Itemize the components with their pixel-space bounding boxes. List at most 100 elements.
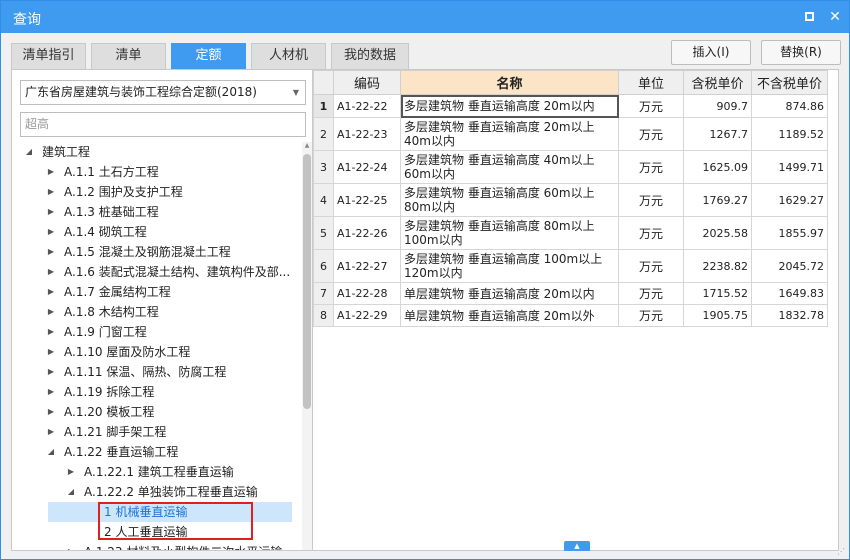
table-row[interactable]: 5 A1-22-26 多层建筑物 垂直运输高度 80m以上100m以内 万元 2… [313,216,828,250]
quota-grid-panel: 编码 名称 单位 含税单价 不含税单价 1 A1-22-22 多层建筑物 垂直运… [312,69,839,551]
notax-price: 1629.27 [751,183,828,217]
library-select[interactable]: 广东省房屋建筑与装饰工程综合定额(2018) ▼ [20,80,306,105]
quota-unit: 万元 [618,94,684,118]
row-index: 4 [313,183,334,217]
collapsed-arrow-icon[interactable]: ▶ [46,222,56,242]
maximize-button[interactable] [799,7,819,27]
notax-price: 1649.83 [751,282,828,305]
tree-label: A.1.21 脚手架工程 [64,425,167,439]
table-row[interactable]: 4 A1-22-25 多层建筑物 垂直运输高度 60m以上80m以内 万元 17… [313,183,828,217]
column-header-name[interactable]: 名称 [400,70,619,95]
panel-collapse-handle[interactable]: ▲ [564,541,590,551]
collapsed-arrow-icon[interactable]: ▶ [46,182,56,202]
quota-name: 单层建筑物 垂直运输高度 20m以外 [400,304,619,327]
table-row[interactable]: 8 A1-22-29 单层建筑物 垂直运输高度 20m以外 万元 1905.75… [313,304,828,327]
collapsed-arrow-icon[interactable]: ▶ [46,342,56,362]
tree-node-building[interactable]: ◢ 建筑工程 [12,142,292,162]
quota-unit: 万元 [618,216,684,250]
tree-node[interactable]: ▶ A.1.8 木结构工程 [12,302,292,322]
table-row[interactable]: 7 A1-22-28 单层建筑物 垂直运输高度 20m以内 万元 1715.52… [313,282,828,305]
replace-button[interactable]: 替换(R) [761,40,841,65]
insert-button[interactable]: 插入(I) [671,40,751,65]
collapsed-arrow-icon[interactable]: ▶ [66,542,76,550]
column-header-tax-price[interactable]: 含税单价 [683,70,752,95]
collapsed-arrow-icon[interactable]: ▶ [46,302,56,322]
title-bar[interactable]: 查询 ✕ [1,1,849,33]
tree-node[interactable]: ▶ A.1.3 桩基础工程 [12,202,292,222]
table-row[interactable]: 1 A1-22-22 多层建筑物 垂直运输高度 20m以内 万元 909.7 8… [313,94,828,118]
quota-code: A1-22-28 [333,282,401,305]
collapsed-arrow-icon[interactable]: ▶ [46,282,56,302]
tree-label: A.1.7 金属结构工程 [64,285,171,299]
tree-node[interactable]: ▶ A.1.4 砌筑工程 [12,222,292,242]
collapsed-arrow-icon[interactable]: ▶ [46,382,56,402]
quota-name: 单层建筑物 垂直运输高度 20m以内 [400,282,619,305]
tree-node[interactable]: ▶ A.1.1 土石方工程 [12,162,292,182]
chevron-down-icon: ▼ [292,88,299,97]
tree-node[interactable]: ▶ A.1.23 材料及小型构件二次水平运输 [12,542,292,550]
table-row[interactable]: 6 A1-22-27 多层建筑物 垂直运输高度 100m以上120m以内 万元 … [313,249,828,283]
quota-name: 多层建筑物 垂直运输高度 80m以上100m以内 [400,216,619,250]
resize-grip-icon[interactable]: ⋰ [837,547,847,557]
notax-price: 2045.72 [751,249,828,283]
quota-code: A1-22-22 [333,94,401,118]
expanded-arrow-icon[interactable]: ◢ [46,442,56,462]
quota-code: A1-22-26 [333,216,401,250]
collapsed-arrow-icon[interactable]: ▶ [46,202,56,222]
column-header-notax-price[interactable]: 不含税单价 [751,70,828,95]
table-row[interactable]: 2 A1-22-23 多层建筑物 垂直运输高度 20m以上40m以内 万元 12… [313,117,828,151]
tree-scrollbar[interactable]: ▲ [302,142,312,550]
tab-my-data[interactable]: 我的数据 [331,43,409,69]
tree-node[interactable]: ▶ A.1.9 门窗工程 [12,322,292,342]
quota-code: A1-22-25 [333,183,401,217]
query-dialog: 查询 ✕ 清单指引 清单 定额 人材机 我的数据 插入(I) 替换(R) 广东省… [0,0,850,560]
notax-price: 1189.52 [751,117,828,151]
scroll-up-icon[interactable]: ▲ [302,142,312,152]
close-icon: ✕ [829,9,841,25]
tax-price: 1625.09 [683,150,752,184]
column-header-code[interactable]: 编码 [333,70,401,95]
expanded-arrow-icon[interactable]: ◢ [24,142,34,162]
tree-node[interactable]: ▶ A.1.6 装配式混凝土结构、建筑构件及部... [12,262,292,282]
table-row[interactable]: 3 A1-22-24 多层建筑物 垂直运输高度 40m以上60m以内 万元 16… [313,150,828,184]
quota-unit: 万元 [618,282,684,305]
quota-name: 多层建筑物 垂直运输高度 100m以上120m以内 [400,249,619,283]
tree-node-vertical-transport[interactable]: ◢ A.1.22 垂直运输工程 [12,442,292,462]
tree-label: A.1.22.2 单独装饰工程垂直运输 [84,485,258,499]
tree-node[interactable]: ▶ A.1.21 脚手架工程 [12,422,292,442]
tax-price: 1267.7 [683,117,752,151]
scrollbar-thumb[interactable] [303,154,311,409]
collapsed-arrow-icon[interactable]: ▶ [46,322,56,342]
column-header-unit[interactable]: 单位 [618,70,684,95]
close-button[interactable]: ✕ [825,7,845,27]
collapsed-arrow-icon[interactable]: ▶ [46,402,56,422]
tree-node[interactable]: ▶ A.1.19 拆除工程 [12,382,292,402]
collapsed-arrow-icon[interactable]: ▶ [46,242,56,262]
tree-node[interactable]: ▶ A.1.22.1 建筑工程垂直运输 [12,462,292,482]
collapsed-arrow-icon[interactable]: ▶ [46,362,56,382]
tree-node[interactable]: ▶ A.1.20 模板工程 [12,402,292,422]
tree-node[interactable]: ▶ A.1.5 混凝土及钢筋混凝土工程 [12,242,292,262]
quota-unit: 万元 [618,117,684,151]
tree-node[interactable]: ▶ A.1.7 金属结构工程 [12,282,292,302]
tree-label: A.1.5 混凝土及钢筋混凝土工程 [64,245,231,259]
search-input[interactable]: 超高 [20,112,306,137]
collapsed-arrow-icon[interactable]: ▶ [46,262,56,282]
expanded-arrow-icon[interactable]: ◢ [66,482,76,502]
collapsed-arrow-icon[interactable]: ▶ [46,162,56,182]
tree-node[interactable]: ▶ A.1.10 屋面及防水工程 [12,342,292,362]
tab-quota[interactable]: 定额 [171,43,246,69]
tab-list-guide[interactable]: 清单指引 [11,43,86,69]
collapsed-arrow-icon[interactable]: ▶ [66,462,76,482]
quota-name: 多层建筑物 垂直运输高度 20m以内 [400,94,619,118]
tree-node[interactable]: ▶ A.1.2 围护及支护工程 [12,182,292,202]
quota-table: 编码 名称 单位 含税单价 不含税单价 1 A1-22-22 多层建筑物 垂直运… [313,70,828,327]
collapsed-arrow-icon[interactable]: ▶ [46,422,56,442]
tree-node[interactable]: ▶ A.1.11 保温、隔热、防腐工程 [12,362,292,382]
tab-list[interactable]: 清单 [91,43,166,69]
tab-labor-material-machine[interactable]: 人材机 [251,43,326,69]
tree-node-decoration-transport[interactable]: ◢ A.1.22.2 单独装饰工程垂直运输 [12,482,292,502]
tax-price: 909.7 [683,94,752,118]
notax-price: 874.86 [751,94,828,118]
tree-label: A.1.8 木结构工程 [64,305,159,319]
